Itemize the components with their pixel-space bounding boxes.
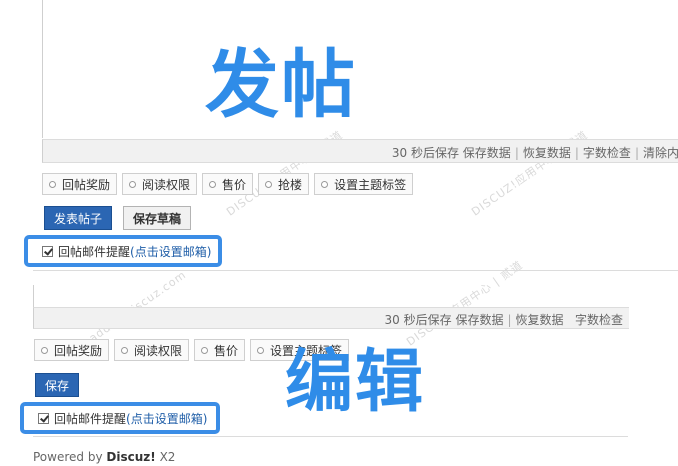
post-status-bar: 30 秒后保存 保存数据 | 恢复数据 | 字数检查 | 清除内 — [42, 139, 678, 163]
tab-read-permission[interactable]: 阅读权限 — [114, 339, 190, 361]
bullet-icon — [209, 180, 217, 188]
edit-email-reminder-box: 回帖邮件提醒 (点击设置邮箱) — [20, 402, 220, 434]
tab-price[interactable]: 售价 — [194, 339, 246, 361]
edit-editor-textarea[interactable] — [33, 285, 629, 307]
tab-read-permission[interactable]: 阅读权限 — [122, 173, 198, 195]
restore-data-link[interactable]: 恢复数据 — [523, 146, 571, 160]
bullet-icon — [49, 180, 56, 188]
bullet-icon — [121, 346, 129, 354]
footer-powered-by: Powered by Discuz! X2 — [33, 450, 175, 464]
email-reminder-label: 回帖邮件提醒 — [54, 411, 127, 426]
bullet-icon — [257, 346, 265, 354]
footer-version: X2 — [159, 450, 176, 464]
powered-by-text: Powered by — [33, 450, 103, 464]
edit-status-bar: 30 秒后保存 保存数据 | 恢复数据 字数检查 — [33, 307, 629, 329]
save-data-link[interactable]: 保存数据 — [455, 313, 503, 327]
word-count-link[interactable]: 字数检查 — [575, 313, 623, 327]
email-reminder-checkbox[interactable] — [42, 245, 53, 257]
bullet-icon — [265, 180, 273, 188]
autosave-text: 30 秒后保存 — [391, 146, 459, 160]
save-data-link[interactable]: 保存数据 — [463, 146, 511, 160]
email-reminder-checkbox[interactable] — [38, 412, 49, 424]
post-section-label: 发帖 — [205, 42, 357, 128]
set-email-link[interactable]: (点击设置邮箱) — [126, 410, 207, 427]
edit-section-label: 编辑 — [285, 342, 426, 422]
email-reminder-label: 回帖邮件提醒 — [58, 244, 131, 259]
submit-post-button[interactable]: 发表帖子 — [44, 206, 113, 230]
clear-link[interactable]: 清除内 — [643, 146, 678, 160]
post-email-reminder-box: 回帖邮件提醒 (点击设置邮箱) — [24, 235, 222, 267]
tab-topic-tags[interactable]: 设置主题标签 — [314, 173, 414, 195]
section-divider — [33, 270, 678, 271]
tab-reply-reward[interactable]: 回帖奖励 — [42, 173, 118, 195]
save-button[interactable]: 保存 — [35, 373, 80, 397]
set-email-link[interactable]: (点击设置邮箱) — [130, 243, 211, 260]
footer-brand-link[interactable]: Discuz! — [106, 450, 155, 464]
bullet-icon — [201, 346, 209, 354]
save-draft-button[interactable]: 保存草稿 — [123, 206, 192, 230]
bullet-icon — [41, 346, 48, 354]
tab-floor-grab[interactable]: 抢楼 — [258, 173, 310, 195]
bullet-icon — [129, 180, 137, 188]
post-editor-textarea[interactable] — [42, 0, 678, 138]
autosave-text: 30 秒后保存 — [384, 313, 452, 327]
tab-reply-reward[interactable]: 回帖奖励 — [34, 339, 110, 361]
restore-data-link[interactable]: 恢复数据 — [516, 313, 564, 327]
post-extra-tabs: 回帖奖励 阅读权限 售价 抢楼 设置主题标签 — [42, 173, 414, 195]
word-count-link[interactable]: 字数检查 — [583, 146, 631, 160]
bullet-icon — [321, 180, 329, 188]
footer-divider — [33, 436, 628, 437]
tab-price[interactable]: 售价 — [202, 173, 254, 195]
